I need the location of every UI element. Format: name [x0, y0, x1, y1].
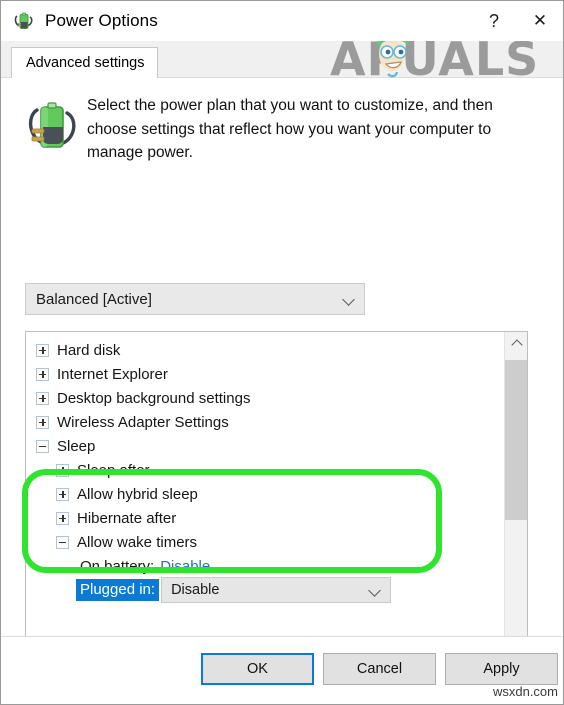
tree-item-label: Sleep after [77, 461, 150, 479]
tree-item-sleep-after[interactable]: Sleep after [36, 458, 503, 482]
plugged-in-value: Disable [171, 582, 220, 598]
power-plan-value: Balanced [Active] [36, 290, 152, 308]
tree-item-label: Hibernate after [77, 509, 177, 527]
collapse-icon[interactable] [36, 439, 49, 453]
tree-item-hibernate-after[interactable]: Hibernate after [36, 506, 503, 530]
chevron-up-icon[interactable] [505, 332, 527, 354]
setting-on-battery[interactable]: On battery: Disable [36, 554, 503, 578]
tree-item-internet-explorer[interactable]: Internet Explorer [36, 362, 503, 386]
ok-button[interactable]: OK [201, 653, 314, 685]
tree-item-label: Wireless Adapter Settings [57, 413, 229, 431]
tree-item-label: Hard disk [57, 341, 121, 359]
scrollbar-thumb[interactable] [505, 360, 527, 520]
dialog-footer: OK Cancel Apply [1, 636, 563, 704]
power-plan-select[interactable]: Balanced [Active] [25, 283, 365, 315]
page-content: Select the power plan that you want to c… [1, 77, 563, 698]
expand-icon[interactable] [56, 511, 69, 525]
tree-item-label: Sleep [57, 437, 96, 455]
collapse-icon[interactable] [56, 535, 69, 549]
intro-description: Select the power plan that you want to c… [87, 97, 493, 162]
chevron-down-icon [343, 295, 356, 303]
title-bar: Power Options ? ✕ [1, 1, 563, 41]
tree-item-hard-disk[interactable]: Hard disk [36, 338, 503, 362]
power-plug-battery-icon [25, 96, 81, 158]
expand-icon[interactable] [56, 487, 69, 501]
apply-button[interactable]: Apply [445, 653, 558, 685]
tree-item-label: Internet Explorer [57, 365, 168, 383]
expand-icon[interactable] [36, 343, 49, 357]
tree-item-label: Allow hybrid sleep [77, 485, 198, 503]
list-scrollbar[interactable] [504, 332, 527, 650]
expand-icon[interactable] [56, 463, 69, 477]
tree-item-sleep[interactable]: Sleep [36, 434, 503, 458]
tree-item-label: Allow wake timers [77, 533, 198, 551]
power-options-window: Power Options ? ✕ Advanced settings Sele… [0, 0, 564, 705]
tab-label: Advanced settings [26, 55, 145, 71]
cancel-button[interactable]: Cancel [323, 653, 436, 685]
power-plug-battery-icon [13, 10, 35, 32]
setting-plugged-in[interactable]: Plugged in: Disable [36, 577, 503, 603]
expand-icon[interactable] [36, 415, 49, 429]
help-button[interactable]: ? [471, 1, 517, 41]
title-bar-buttons: ? ✕ [471, 1, 563, 41]
window-title: Power Options [45, 11, 158, 30]
on-battery-value-link[interactable]: Disable [160, 558, 210, 575]
tree-item-allow-hybrid-sleep[interactable]: Allow hybrid sleep [36, 482, 503, 506]
tab-strip: Advanced settings [1, 41, 563, 78]
expand-icon[interactable] [36, 367, 49, 381]
settings-tree: Hard disk Internet Explorer Desktop back… [26, 332, 503, 650]
tree-item-desktop-background-settings[interactable]: Desktop background settings [36, 386, 503, 410]
plugged-in-label-selected: Plugged in: [76, 579, 160, 601]
close-icon[interactable]: ✕ [517, 1, 563, 41]
chevron-down-icon [369, 586, 382, 594]
tab-advanced-settings[interactable]: Advanced settings [11, 47, 158, 78]
setting-label: On battery: [80, 557, 155, 575]
tree-item-allow-wake-timers[interactable]: Allow wake timers [36, 530, 503, 554]
expand-icon[interactable] [36, 391, 49, 405]
advanced-settings-list: Hard disk Internet Explorer Desktop back… [25, 331, 528, 651]
intro-block: Select the power plan that you want to c… [15, 78, 549, 165]
plugged-in-select[interactable]: Disable [161, 577, 392, 603]
tree-item-label: Desktop background settings [57, 389, 251, 407]
tree-item-wireless-adapter-settings[interactable]: Wireless Adapter Settings [36, 410, 503, 434]
